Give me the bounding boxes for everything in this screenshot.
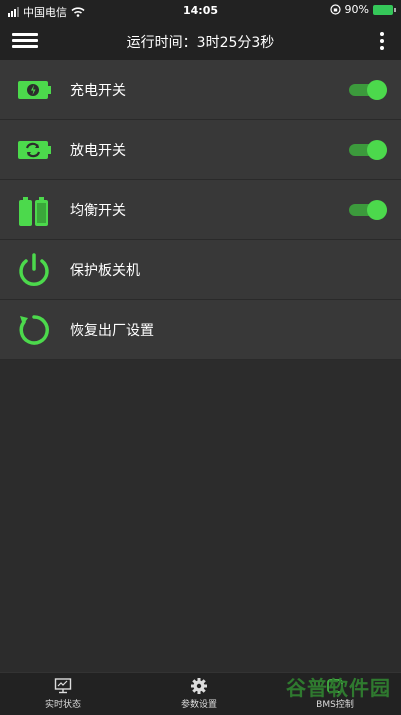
- tab-parameter-settings-label: 参数设置: [180, 700, 217, 710]
- battery-percent: 90%: [344, 3, 369, 16]
- monitor-icon: [54, 678, 72, 694]
- status-right: 90%: [329, 3, 396, 16]
- battery-discharge-icon: [18, 141, 51, 159]
- balance-switch-label: 均衡开关: [70, 203, 126, 219]
- status-bar: 中国电信 14:05 90%: [0, 0, 401, 22]
- protection-board-shutdown-row[interactable]: 保护板关机: [0, 240, 401, 300]
- tab-realtime-status-label: 实时状态: [44, 700, 81, 710]
- battery-icon: [373, 4, 396, 15]
- balance-switch-row: 均衡开关: [0, 180, 401, 240]
- tab-bar: 实时状态 参数设置 BMS控制 谷普软件园: [0, 672, 401, 715]
- balance-switch-toggle[interactable]: [349, 200, 387, 220]
- watermark: 谷普软件园: [286, 676, 391, 700]
- charge-switch-toggle[interactable]: [349, 80, 387, 100]
- nav-bar: 运行时间：3时25分3秒: [0, 22, 401, 60]
- discharge-switch-row: 放电开关: [0, 120, 401, 180]
- orientation-lock-icon: [329, 4, 341, 15]
- battery-balance-icon: [19, 197, 48, 226]
- gear-icon: [191, 678, 207, 694]
- charge-switch-row: 充电开关: [0, 60, 401, 120]
- charge-switch-label: 充电开关: [70, 83, 126, 99]
- control-list: 充电开关 放电开关 均衡开关 保护板关机 恢复出厂设置: [0, 60, 401, 360]
- discharge-switch-label: 放电开关: [70, 143, 126, 159]
- reset-icon: [19, 315, 49, 345]
- power-icon: [19, 253, 49, 286]
- factory-reset-row[interactable]: 恢复出厂设置: [0, 300, 401, 360]
- battery-charge-icon: [18, 81, 51, 99]
- factory-reset-label: 恢复出厂设置: [70, 323, 154, 339]
- more-options-button[interactable]: [377, 29, 387, 53]
- tab-parameter-settings[interactable]: 参数设置: [149, 677, 249, 713]
- protection-board-shutdown-label: 保护板关机: [70, 263, 140, 279]
- discharge-switch-toggle[interactable]: [349, 140, 387, 160]
- runtime-title: 运行时间：3时25分3秒: [126, 35, 275, 51]
- tab-realtime-status[interactable]: 实时状态: [13, 677, 113, 713]
